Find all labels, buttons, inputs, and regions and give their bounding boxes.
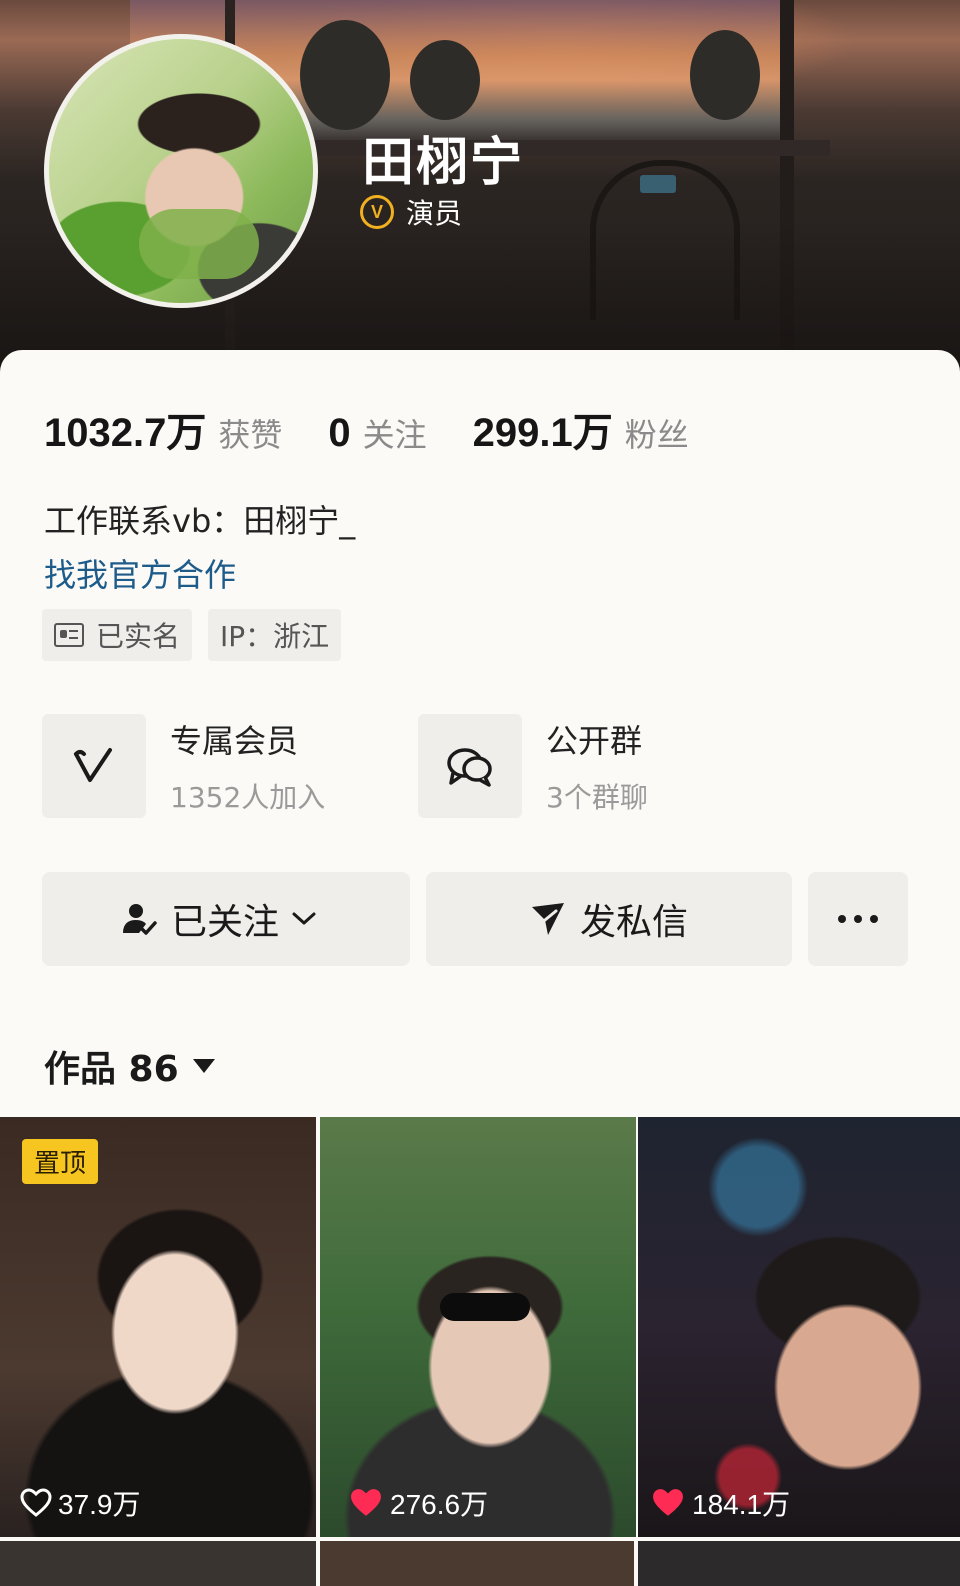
likes-label: 获赞 — [218, 416, 283, 454]
video-tile[interactable]: 276.6万 — [320, 1117, 636, 1537]
profile-name: 田栩宁 — [362, 133, 525, 193]
following-label: 已关注 — [170, 902, 279, 943]
verified-identity-label: 已实名 — [96, 620, 181, 653]
chevron-down-icon — [292, 912, 316, 925]
heart-outline-icon — [20, 1488, 52, 1517]
banner-tree — [690, 30, 760, 120]
more-dots-icon — [834, 915, 882, 923]
video-tile[interactable] — [320, 1541, 634, 1586]
pinned-badge: 置顶 — [22, 1139, 99, 1184]
public-group-entry[interactable]: 公开群 3个群聊 — [418, 714, 648, 818]
avatar-photo-detail — [139, 209, 259, 279]
message-label: 发私信 — [579, 902, 688, 943]
following-count[interactable]: 0 — [328, 411, 350, 456]
send-icon — [531, 903, 564, 935]
video-tile[interactable]: 置顶 37.9万 — [0, 1117, 316, 1537]
id-card-icon — [54, 623, 84, 647]
tile-sunglasses — [440, 1293, 530, 1321]
heart-filled-icon — [653, 1489, 683, 1516]
video-tile[interactable] — [0, 1541, 316, 1586]
followers-label[interactable]: 粉丝 — [625, 410, 689, 456]
banner-tree — [410, 40, 480, 120]
video-tile[interactable]: 184.1万 — [638, 1117, 960, 1537]
caret-down-icon — [192, 1059, 215, 1073]
group-count: 3个群聊 — [546, 781, 648, 814]
followers-count[interactable]: 299.1万 — [473, 400, 613, 458]
video-likes: 37.9万 — [20, 1483, 141, 1523]
following-button[interactable]: 已关注 — [42, 872, 410, 966]
verified-identity-chip: 已实名 — [42, 609, 193, 661]
ip-location-label: IP：浙江 — [220, 620, 330, 653]
message-button[interactable]: 发私信 — [426, 872, 792, 966]
heart-filled-icon — [351, 1489, 381, 1516]
profile-bio: 工作联系vb：田栩宁_ — [44, 502, 356, 540]
video-tile[interactable] — [638, 1541, 960, 1586]
video-likes: 276.6万 — [348, 1483, 488, 1523]
more-button[interactable] — [808, 872, 908, 966]
membership-count: 1352人加入 — [170, 781, 326, 814]
avatar[interactable] — [44, 34, 318, 308]
works-tab[interactable]: 作品 86 — [44, 1040, 215, 1092]
official-cooperation-link[interactable]: 找我官方合作 — [44, 550, 236, 596]
works-label: 作品 86 — [44, 1049, 179, 1090]
likes-count: 184.1万 — [692, 1489, 791, 1520]
video-likes: 184.1万 — [650, 1483, 790, 1523]
likes-count: 276.6万 — [390, 1489, 489, 1520]
banner-clock — [640, 175, 676, 193]
profile-chips: 已实名 IP：浙江 — [42, 609, 357, 661]
membership-title: 专属会员 — [170, 722, 299, 760]
group-title: 公开群 — [546, 722, 643, 760]
v-membership-icon — [42, 714, 146, 818]
verification-label: 演员 — [406, 197, 463, 230]
verification-row: V 演员 — [360, 192, 462, 232]
stats-row: 1032.7万 获赞 0 关注 299.1万 粉丝 — [44, 400, 735, 458]
ip-location-chip: IP：浙江 — [208, 609, 342, 661]
verified-badge-icon: V — [360, 195, 394, 229]
following-label[interactable]: 关注 — [363, 410, 427, 456]
banner-tree — [300, 20, 390, 130]
likes-count: 37.9万 — [58, 1489, 141, 1520]
group-chat-icon — [418, 714, 522, 818]
user-check-icon — [122, 904, 157, 935]
likes-count: 1032.7万 — [44, 411, 207, 455]
exclusive-membership-entry[interactable]: 专属会员 1352人加入 — [42, 714, 325, 818]
